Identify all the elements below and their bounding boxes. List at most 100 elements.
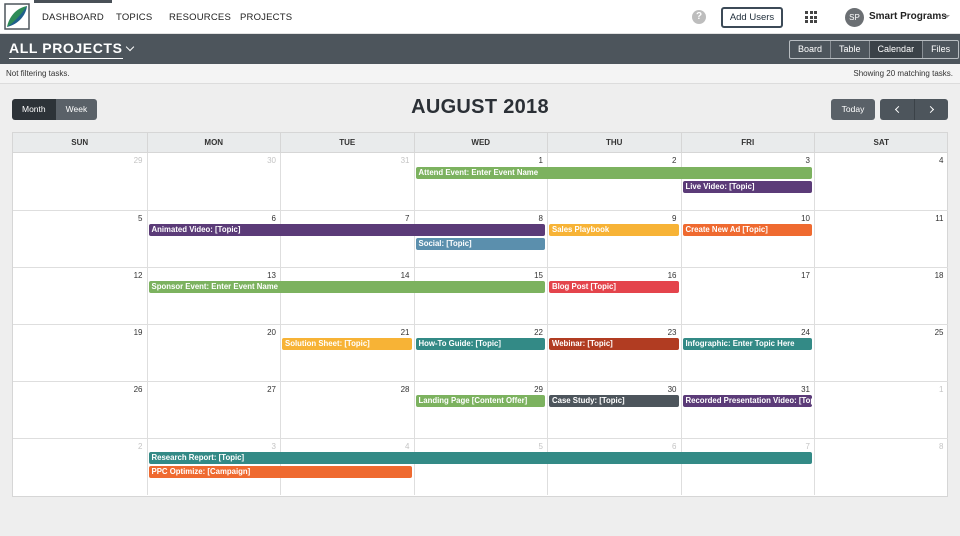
- calendar-event[interactable]: Attend Event: Enter Event Name: [415, 167, 812, 179]
- nav-projects[interactable]: PROJECTS: [240, 0, 292, 34]
- chevron-down-icon[interactable]: [125, 42, 135, 52]
- day-number: 8: [538, 214, 543, 223]
- chevron-down-icon[interactable]: [944, 15, 950, 18]
- calendar-day-cell[interactable]: 31: [280, 153, 414, 210]
- day-number: 4: [939, 156, 944, 165]
- calendar-day-cell[interactable]: 10: [680, 210, 814, 267]
- view-calendar-button[interactable]: Calendar: [868, 41, 923, 58]
- calendar-event[interactable]: Social: [Topic]: [415, 238, 545, 250]
- add-users-button[interactable]: Add Users: [721, 7, 783, 28]
- day-number: 31: [801, 385, 810, 394]
- day-number: 14: [400, 271, 410, 280]
- day-number: 21: [400, 328, 410, 337]
- nav-topics[interactable]: TOPICS: [116, 0, 152, 34]
- calendar-day-cell[interactable]: 4: [814, 153, 948, 210]
- calendar-day-cell[interactable]: 7: [680, 438, 814, 495]
- calendar-event[interactable]: Solution Sheet: [Topic]: [282, 338, 412, 350]
- calendar-day-cell[interactable]: 31: [680, 381, 814, 438]
- calendar-day-cell[interactable]: 22: [413, 324, 547, 381]
- calendar-day-cell[interactable]: 26: [13, 381, 147, 438]
- view-files-button[interactable]: Files: [922, 41, 958, 58]
- calendar-day-cell[interactable]: 19: [13, 324, 147, 381]
- day-number: 30: [267, 156, 276, 165]
- logo-icon[interactable]: [4, 3, 30, 30]
- calendar-day-cell[interactable]: 1: [814, 381, 948, 438]
- calendar-day-cell[interactable]: 5: [413, 438, 547, 495]
- nav-dashboard[interactable]: DASHBOARD: [34, 0, 112, 34]
- calendar-event[interactable]: Live Video: [Topic]: [682, 181, 812, 193]
- calendar-day-cell[interactable]: 29: [413, 381, 547, 438]
- calendar-event[interactable]: Sales Playbook: [549, 224, 679, 236]
- calendar-day-cell[interactable]: 20: [146, 324, 280, 381]
- day-number: 4: [405, 442, 410, 451]
- calendar-day-cell[interactable]: 12: [13, 267, 147, 324]
- calendar-event[interactable]: Create New Ad [Topic]: [682, 224, 812, 236]
- calendar-event[interactable]: Landing Page [Content Offer]: [415, 395, 545, 407]
- previous-month-button[interactable]: [880, 99, 914, 120]
- calendar-day-cell[interactable]: 18: [814, 267, 948, 324]
- calendar-day-cell[interactable]: 21: [280, 324, 414, 381]
- calendar-day-cell[interactable]: 13: [146, 267, 280, 324]
- day-number: 20: [267, 328, 276, 337]
- avatar[interactable]: SP: [845, 8, 864, 27]
- calendar-day-cell[interactable]: 24: [680, 324, 814, 381]
- calendar-day-cell[interactable]: 6: [146, 210, 280, 267]
- view-switcher: Board Table Calendar Files: [789, 40, 960, 59]
- calendar-day-cell[interactable]: 29: [13, 153, 147, 210]
- calendar-event[interactable]: How-To Guide: [Topic]: [415, 338, 545, 350]
- calendar-event[interactable]: Infographic: Enter Topic Here: [682, 338, 812, 350]
- calendar-day-cell[interactable]: 5: [13, 210, 147, 267]
- calendar-day-cell[interactable]: 1: [413, 153, 548, 210]
- project-selector[interactable]: ALL PROJECTS: [9, 40, 123, 59]
- help-icon[interactable]: ?: [692, 10, 706, 24]
- calendar-day-cell[interactable]: 15: [413, 267, 547, 324]
- view-table-button[interactable]: Table: [830, 41, 869, 58]
- project-bar: ALL PROJECTS Board Table Calendar Files: [0, 34, 960, 64]
- chevron-left-icon: [894, 105, 903, 114]
- day-number: 23: [667, 328, 677, 337]
- calendar-day-cell[interactable]: 2: [13, 438, 147, 495]
- calendar-event[interactable]: Case Study: [Topic]: [549, 395, 679, 407]
- calendar-grid: SUN MON TUE WED THU FRI SAT 29 30 31 1 2 3 4 5 6 7 8 9 10 1…: [12, 132, 948, 497]
- day-number: 29: [133, 156, 143, 165]
- calendar-day-cell[interactable]: 28: [280, 381, 414, 438]
- calendar-event[interactable]: Recorded Presentation Video: [Topic]: [682, 395, 812, 407]
- calendar-day-cell[interactable]: 8: [814, 438, 948, 495]
- apps-grid-icon[interactable]: [805, 11, 817, 23]
- calendar-day-cell[interactable]: 30: [547, 381, 681, 438]
- calendar-day-cell[interactable]: 23: [547, 324, 681, 381]
- day-number: 3: [805, 156, 810, 165]
- calendar-day-cell[interactable]: 16: [547, 267, 681, 324]
- view-board-button[interactable]: Board: [790, 41, 830, 58]
- calendar-day-cell[interactable]: 2: [547, 153, 681, 210]
- calendar-event[interactable]: Animated Video: [Topic]: [148, 224, 545, 236]
- calendar-day-cell[interactable]: 6: [547, 438, 681, 495]
- nav-resources[interactable]: RESOURCES: [169, 0, 231, 34]
- today-button[interactable]: Today: [831, 99, 875, 120]
- calendar-day-cell[interactable]: 11: [814, 210, 948, 267]
- day-number: 18: [934, 271, 944, 280]
- calendar-day-cell[interactable]: 9: [547, 210, 681, 267]
- next-month-button[interactable]: [914, 99, 948, 120]
- calendar-event[interactable]: Sponsor Event: Enter Event Name: [148, 281, 545, 293]
- day-number: 1: [939, 385, 944, 394]
- calendar-day-cell[interactable]: 30: [146, 153, 281, 210]
- chevron-right-icon: [926, 105, 935, 114]
- day-number: 2: [672, 156, 677, 165]
- calendar-event[interactable]: Blog Post [Topic]: [549, 281, 679, 293]
- calendar-day-cell[interactable]: 14: [280, 267, 414, 324]
- calendar-event[interactable]: PPC Optimize: [Campaign]: [148, 466, 412, 478]
- calendar-day-cell[interactable]: 7: [280, 210, 414, 267]
- top-navigation: DASHBOARD TOPICS RESOURCES PROJECTS ? Ad…: [0, 0, 960, 34]
- calendar-day-cell[interactable]: 25: [814, 324, 948, 381]
- calendar-event[interactable]: Webinar: [Topic]: [549, 338, 679, 350]
- weekday-sat: SAT: [814, 133, 948, 153]
- day-number: 7: [805, 442, 810, 451]
- calendar-day-cell[interactable]: 17: [680, 267, 814, 324]
- user-menu-name[interactable]: Smart Programs: [869, 11, 947, 22]
- filter-status: Not filtering tasks.: [6, 69, 70, 78]
- task-count: Showing 20 matching tasks.: [853, 69, 953, 78]
- calendar-day-cell[interactable]: 27: [146, 381, 280, 438]
- calendar-event[interactable]: Research Report: [Topic]: [148, 452, 812, 464]
- weekday-wed: WED: [413, 133, 548, 153]
